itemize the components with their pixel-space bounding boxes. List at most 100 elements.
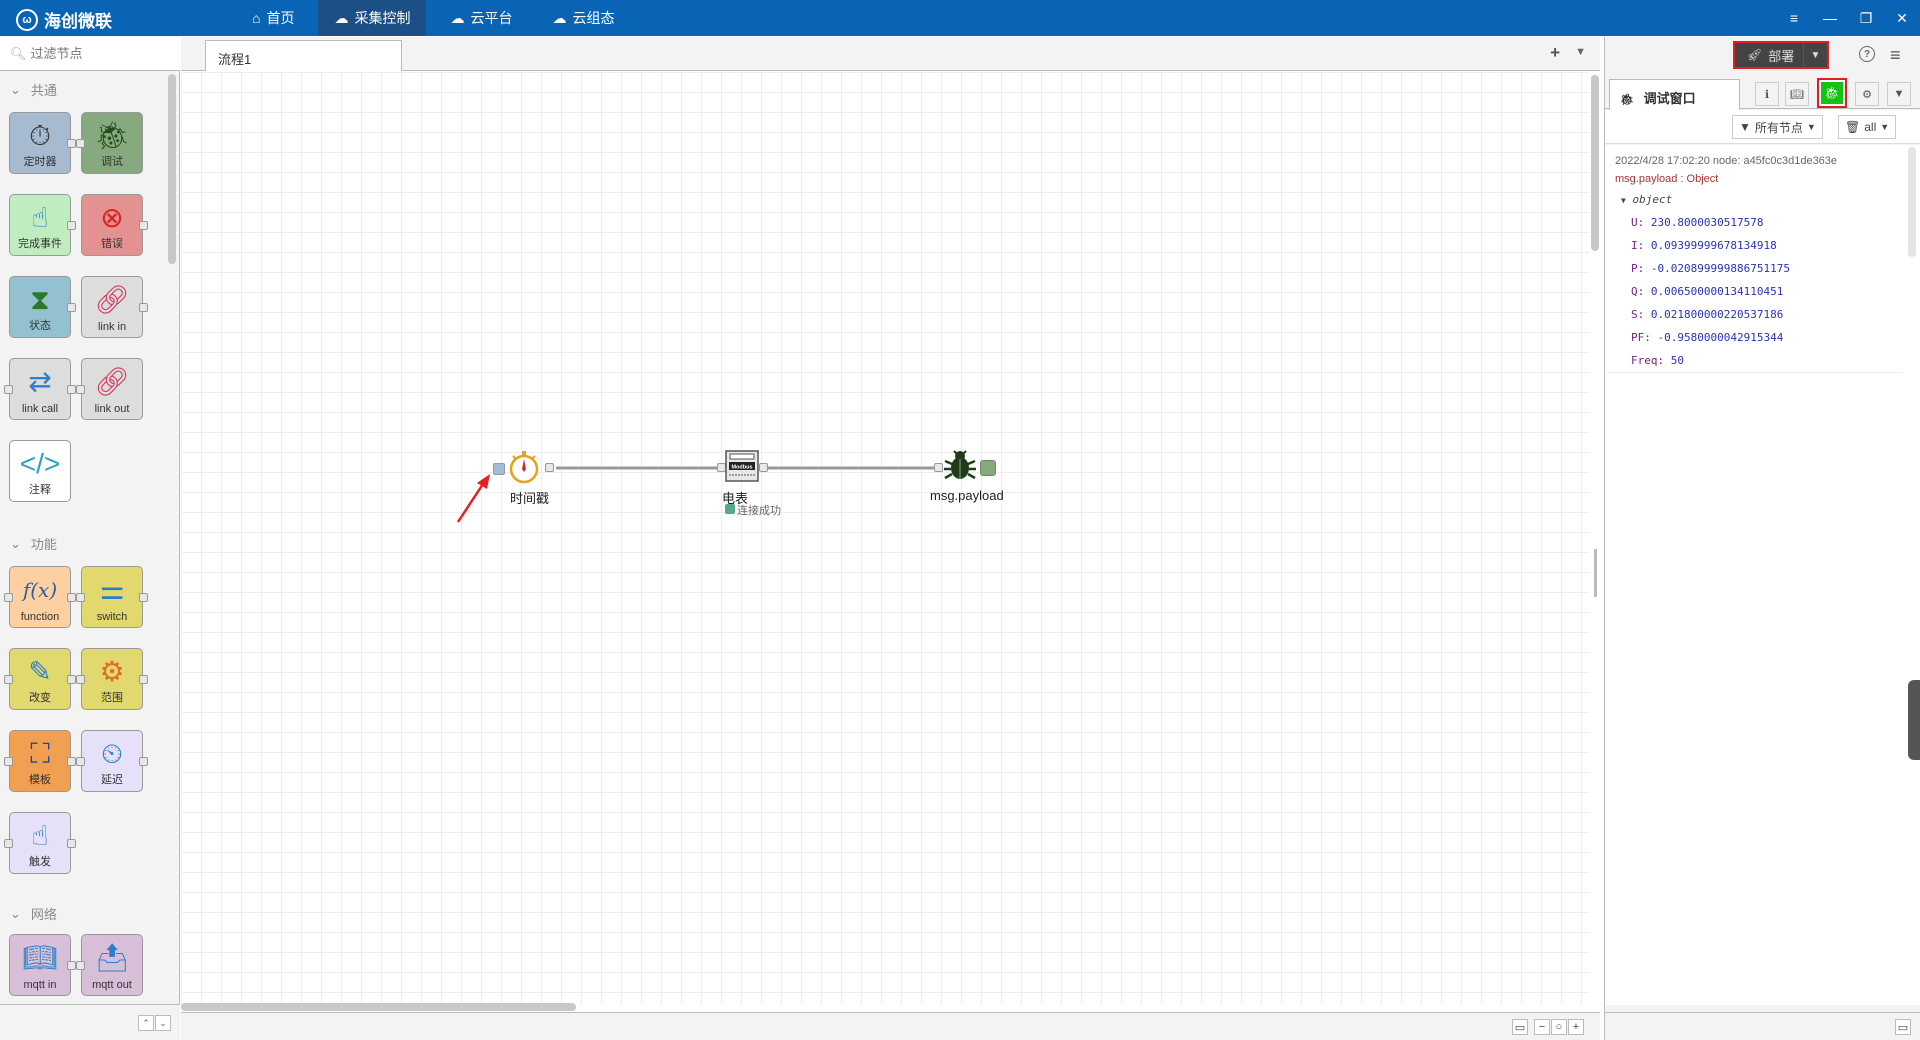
modbus-output-port[interactable] [759,463,768,472]
canvas-horizontal-scrollbar[interactable] [181,1003,576,1011]
clear-messages-button[interactable]: 🗑︎ all ▼ [1838,115,1897,139]
output-port[interactable] [67,961,76,970]
output-port[interactable] [139,757,148,766]
tab-debug-window[interactable]: 🐞︎ 调试窗口 [1609,79,1740,110]
debug-message[interactable]: 2022/4/28 17:02:20 node: a45fc0c3d1de363… [1607,147,1903,373]
tab-flow1[interactable]: 流程1 [205,40,402,71]
input-port[interactable] [4,757,13,766]
palette-node-link-out[interactable]: 🔗︎ link out [76,358,143,420]
palette-node-range[interactable]: ⚙ 范围 [76,648,148,710]
add-flow-button[interactable]: + [1550,43,1560,63]
filter-nodes-button[interactable]: ▼ 所有节点 ▼ [1732,115,1823,139]
output-port[interactable] [67,757,76,766]
zoom-in-button[interactable]: + [1568,1019,1584,1035]
inject-node[interactable] [507,449,541,485]
canvas-vertical-scrollbar[interactable] [1591,75,1599,251]
help-tab-button[interactable]: 📖︎ [1785,82,1809,106]
category-label: 网络 [30,907,57,922]
output-port[interactable] [67,593,76,602]
inject-output-port[interactable] [545,463,554,472]
nav-home[interactable]: ⌂ 首页 [236,0,310,36]
output-port[interactable] [139,593,148,602]
expand-all-button[interactable]: ⌄ [155,1015,171,1031]
nav-collect-control[interactable]: ☁ 采集控制 [318,0,427,36]
input-port[interactable] [76,961,85,970]
input-port[interactable] [76,593,85,602]
palette-node-link-call[interactable]: ⇄ link call [4,358,76,420]
comment-icon: </> [19,448,61,479]
palette-node-change[interactable]: ✎ 改变 [4,648,76,710]
output-port[interactable] [139,303,148,312]
inject-trigger-button[interactable] [493,463,505,475]
deploy-button[interactable]: 🚀︎ 部署 ▼ [1733,41,1829,69]
debug-tab-button[interactable]: 🐞︎ [1817,78,1847,108]
category-function[interactable]: ⌄ 功能 [10,534,57,553]
palette-node-debug[interactable]: 🐞︎ 调试 [76,112,143,174]
palette-node-mqtt-in[interactable]: 📖︎ mqtt in [9,934,76,996]
palette-node-mqtt-out[interactable]: 📤︎ mqtt out [76,934,143,996]
zoom-reset-button[interactable]: ○ [1551,1019,1567,1035]
info-tab-button[interactable]: ℹ [1755,82,1779,106]
palette-node-function[interactable]: f(x) function [4,566,76,628]
palette-node-trigger[interactable]: ☝ 触发 [4,812,76,874]
sidebar-resize-handle[interactable] [1594,549,1597,597]
output-port[interactable] [67,303,76,312]
flow-canvas[interactable]: 时间戳 Modbus 电表 连接成功 msg.payload [181,72,1589,1004]
palette-scrollbar[interactable] [168,74,176,264]
debug-scrollbar[interactable] [1908,147,1916,257]
input-port[interactable] [76,385,85,394]
palette-node-delay[interactable]: ⏲ 延迟 [76,730,148,792]
modbus-node[interactable]: Modbus [725,450,759,482]
palette-node-complete[interactable]: ☝ 完成事件 [9,194,76,256]
caret-down-icon: ▼ [1810,49,1821,61]
menu-icon: ≡ [1789,10,1799,26]
palette-node-comment[interactable]: </> 注释 [9,440,71,502]
main-menu-button[interactable]: ≡ [1890,45,1901,66]
app-menu-button[interactable]: ≡ [1776,0,1812,36]
input-port[interactable] [76,139,85,148]
debug-node[interactable] [942,447,978,483]
side-panel-grip[interactable] [1908,680,1920,760]
palette-search-input[interactable] [30,46,181,61]
output-port[interactable] [67,221,76,230]
object-toggle[interactable]: ▼ object [1621,193,1672,206]
category-network[interactable]: ⌄ 网络 [10,904,57,923]
config-tab-button[interactable]: ⚙ [1855,82,1879,106]
collapse-all-button[interactable]: ⌃ [138,1015,154,1031]
palette-node-status[interactable]: ⧗ 状态 [9,276,76,338]
minimize-button[interactable]: — [1812,0,1848,36]
palette-search[interactable]: 🔍︎ [0,37,181,71]
output-port[interactable] [67,385,76,394]
palette-node-link-in[interactable]: 🔗︎ link in [81,276,148,338]
output-port[interactable] [139,675,148,684]
palette-node-switch[interactable]: ⚌ switch [76,566,148,628]
palette-node-error[interactable]: ⊗ 错误 [81,194,148,256]
input-port[interactable] [4,593,13,602]
nav-cloud-platform[interactable]: ☁ 云平台 [434,0,528,36]
output-port[interactable] [139,221,148,230]
open-debug-window-button[interactable]: ▭ [1895,1019,1911,1035]
maximize-button[interactable]: ❐ [1848,0,1884,36]
menu-icon: ≡ [1890,45,1901,65]
output-port[interactable] [67,139,76,148]
zoom-out-button[interactable]: − [1534,1019,1550,1035]
help-button[interactable]: ? [1859,46,1875,62]
navigator-button[interactable]: ▭ [1512,1019,1528,1035]
more-tabs-button[interactable]: ▼ [1887,82,1911,106]
link-out-icon: 🔗︎ [94,366,130,397]
input-port[interactable] [4,675,13,684]
deploy-options-button[interactable]: ▼ [1803,43,1827,67]
input-port[interactable] [4,385,13,394]
nav-cloud-config[interactable]: ☁ 云组态 [536,0,630,36]
palette-node-template[interactable]: ⛶ 模板 [4,730,76,792]
output-port[interactable] [67,675,76,684]
output-port[interactable] [67,839,76,848]
debug-toggle-button[interactable] [980,460,996,476]
input-port[interactable] [76,757,85,766]
palette-node-timer[interactable]: ⏱ 定时器 [9,112,76,174]
category-common[interactable]: ⌄ 共通 [10,80,57,99]
input-port[interactable] [4,839,13,848]
input-port[interactable] [76,675,85,684]
flow-list-button[interactable]: ▼ [1575,46,1586,58]
close-button[interactable]: ✕ [1884,0,1920,36]
